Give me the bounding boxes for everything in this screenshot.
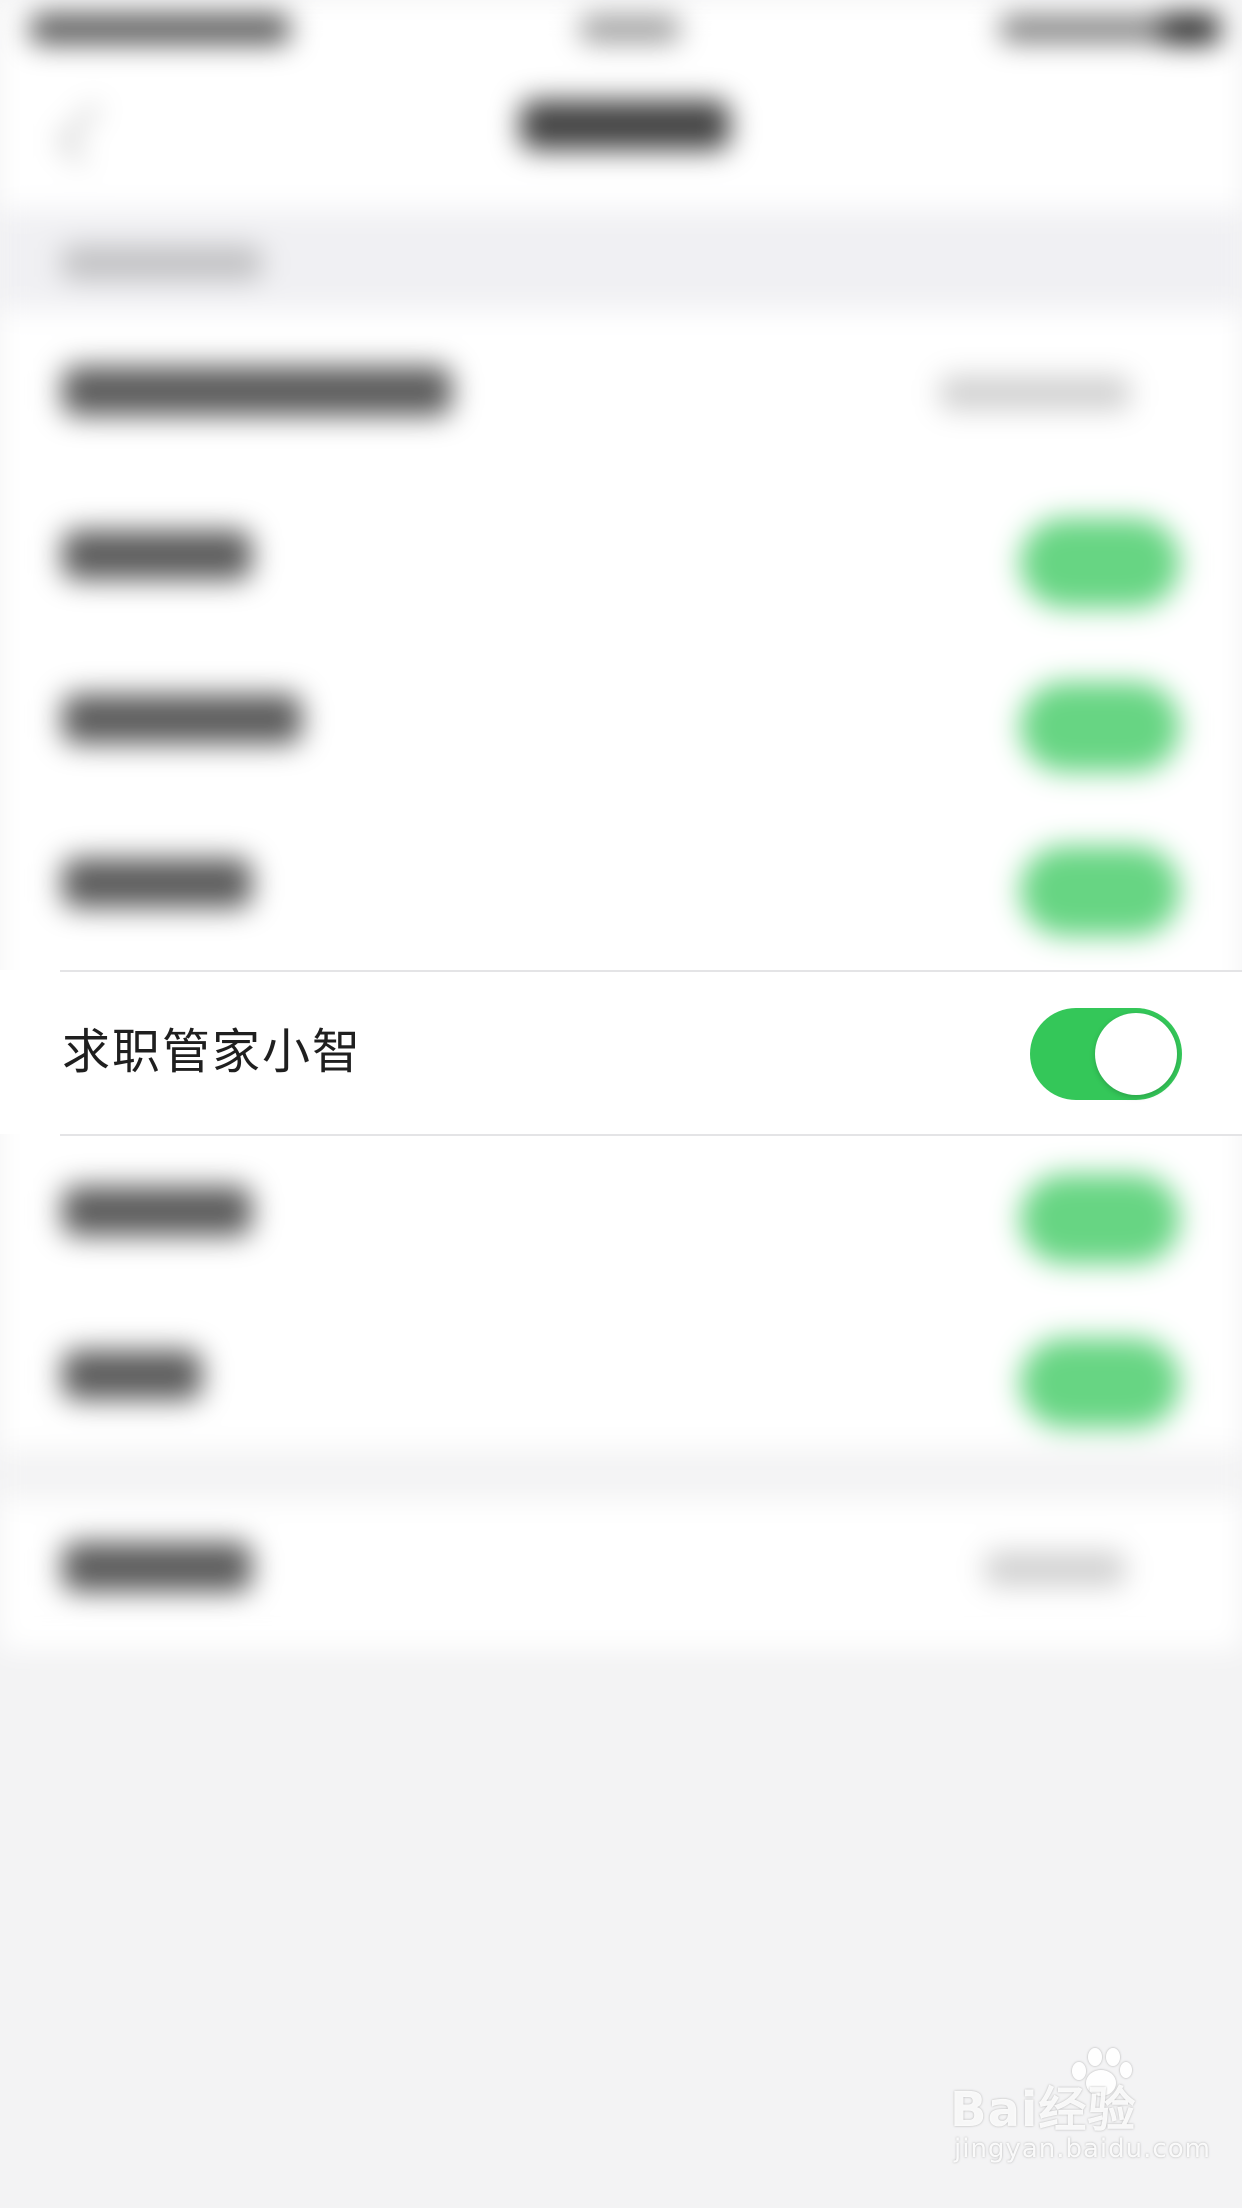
navigation-bar — [0, 60, 1242, 210]
list-item[interactable] — [0, 474, 1242, 638]
job-assistant-toggle[interactable] — [1030, 1008, 1182, 1100]
list-group-separator — [0, 1450, 1242, 1500]
list-item-label-blurred — [62, 1186, 252, 1236]
list-item-value-blurred — [940, 376, 1130, 410]
back-arrow-icon[interactable] — [58, 104, 118, 164]
row-divider-top — [60, 970, 1242, 972]
row-divider-bottom — [60, 1134, 1242, 1136]
list-item-label-blurred — [62, 694, 302, 744]
watermark-url: jingyan.baidu.com — [954, 2134, 1211, 2164]
page-title-blurred — [520, 100, 730, 150]
section-header — [0, 210, 1242, 310]
list-item[interactable] — [0, 802, 1242, 966]
list-item-label-blurred — [62, 858, 252, 908]
toggle-knob[interactable] — [1095, 1013, 1177, 1095]
list-item[interactable] — [0, 638, 1242, 802]
list-item-label-blurred — [62, 1350, 202, 1400]
setting-row-job-assistant[interactable]: 求职管家小智 — [0, 970, 1242, 1136]
status-bar — [0, 0, 1242, 60]
status-carrier-blurred — [30, 14, 290, 44]
battery-icon — [1160, 14, 1220, 44]
list-item[interactable] — [0, 310, 1242, 474]
list-item[interactable] — [0, 1294, 1242, 1458]
toggle-switch-blurred[interactable] — [1020, 682, 1180, 772]
baidu-jingyan-watermark: Bai经验 jingyan.baidu.com — [950, 2048, 1211, 2180]
toggle-switch-blurred[interactable] — [1020, 846, 1180, 936]
toggle-switch-blurred[interactable] — [1020, 1174, 1180, 1264]
setting-label: 求职管家小智 — [62, 1024, 363, 1080]
list-item-value-blurred — [985, 1552, 1125, 1586]
list-item[interactable] — [0, 1486, 1242, 1650]
list-item-label-blurred — [62, 1542, 252, 1592]
list-item-label-blurred — [62, 366, 452, 416]
list-item-label-blurred — [62, 530, 252, 580]
section-header-text-blurred — [62, 246, 262, 280]
toggle-switch-blurred[interactable] — [1020, 1338, 1180, 1428]
status-time-blurred — [580, 16, 680, 42]
settings-screen: 求职管家小智 Bai经验 jingyan.baidu.com — [0, 0, 1242, 2208]
status-indicators-blurred — [1000, 16, 1170, 42]
watermark-logo: Bai经验 — [950, 2082, 1137, 2138]
toggle-switch-blurred[interactable] — [1020, 518, 1180, 608]
list-item[interactable] — [0, 1130, 1242, 1294]
